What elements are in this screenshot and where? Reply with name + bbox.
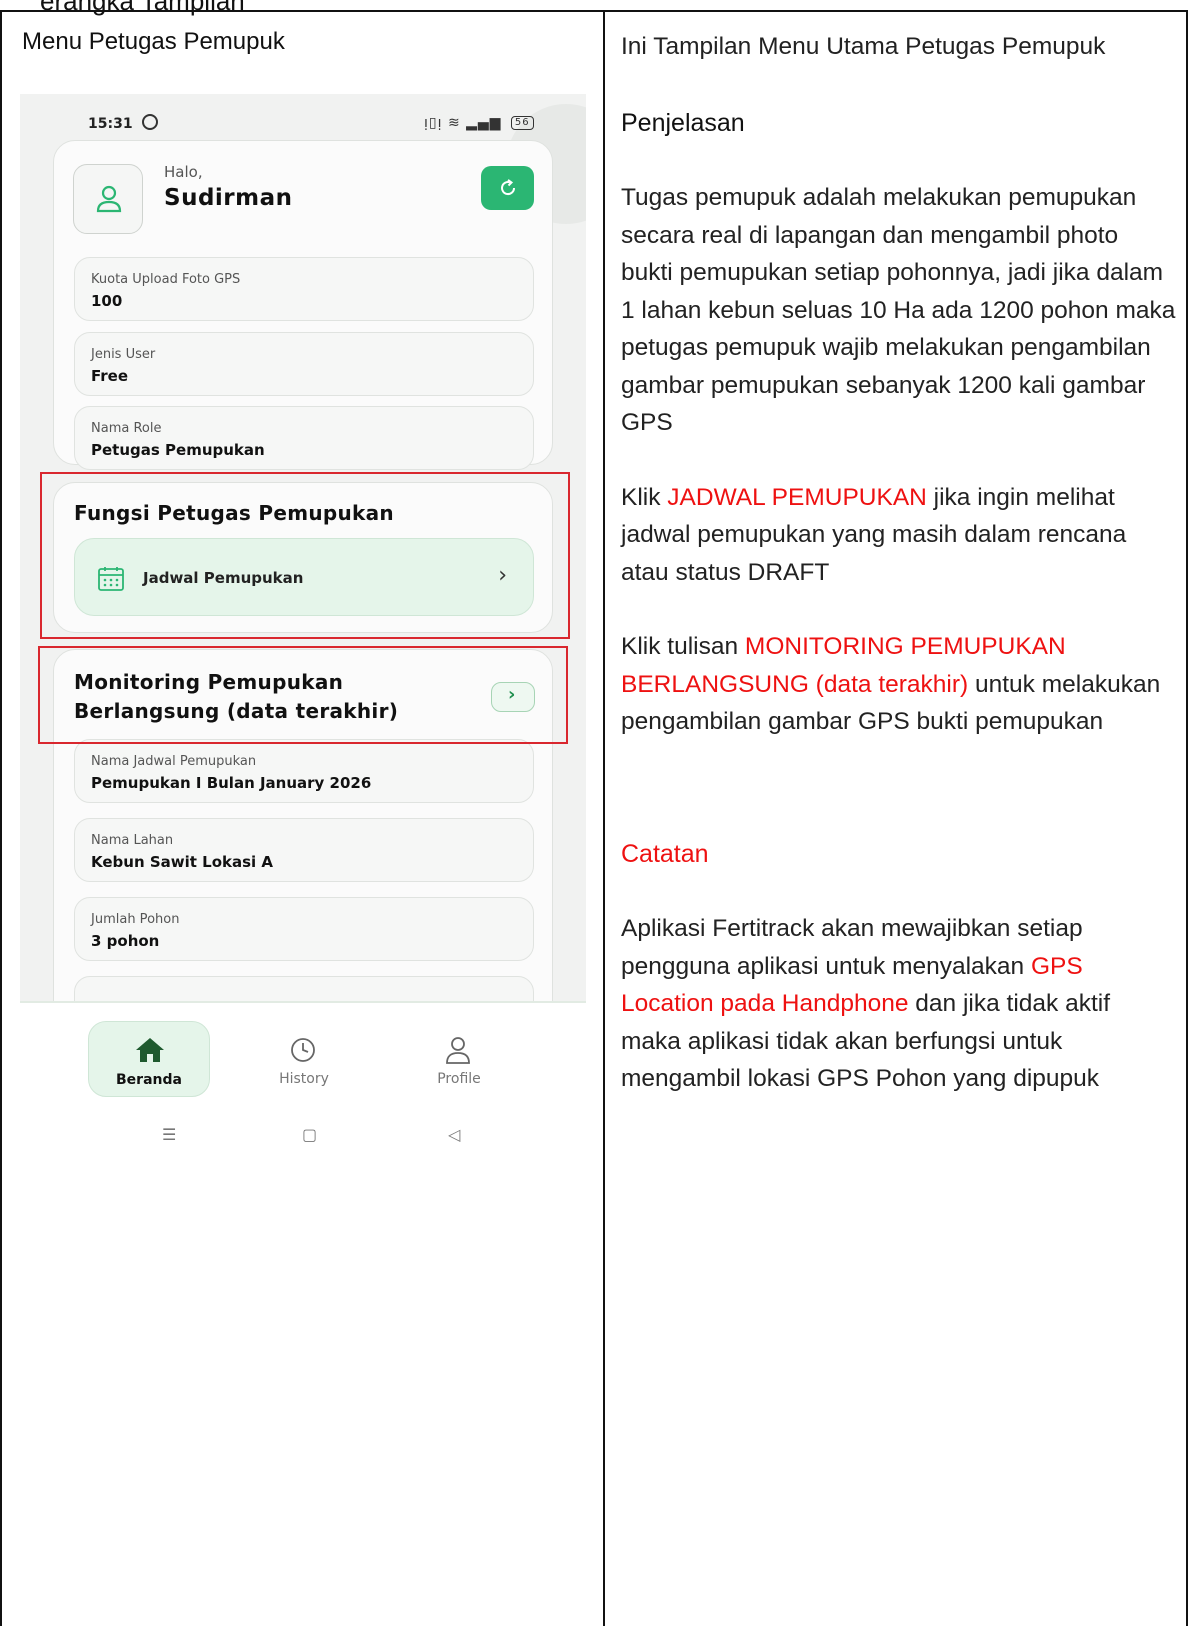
- text: Klik: [621, 483, 668, 511]
- info-label: Jenis User: [91, 347, 156, 362]
- back-icon[interactable]: ◁: [448, 1125, 460, 1144]
- nav-beranda[interactable]: Beranda: [88, 1021, 210, 1097]
- phone-screenshot: 15:31 ᴉ▯ᴉ ≋ ▂▄▆ 56 Halo, Sudirman Kuota …: [20, 94, 586, 1156]
- nav-profile[interactable]: Profile: [398, 1021, 520, 1097]
- table-divider: [603, 10, 605, 1626]
- user-icon: [446, 1037, 470, 1064]
- info-box-jumlah-pohon: Jumlah Pohon 3 pohon: [74, 897, 534, 961]
- catatan-heading: Catatan: [621, 839, 709, 868]
- page-top-fragment: erangka Tampilan: [40, 0, 245, 16]
- app-screen: 15:31 ᴉ▯ᴉ ≋ ▂▄▆ 56 Halo, Sudirman Kuota …: [20, 94, 586, 1001]
- info-label: Nama Role: [91, 421, 162, 436]
- bottom-navigation: Beranda History Profile ☰ ▢ ◁: [20, 1001, 586, 1156]
- refresh-icon: [501, 179, 516, 196]
- info-value: Kebun Sawit Lokasi A: [91, 853, 274, 871]
- intro-text: Ini Tampilan Menu Utama Petugas Pemupuk: [621, 33, 1106, 60]
- info-label: Nama Lahan: [91, 833, 174, 848]
- info-box-jenis-user: Jenis User Free: [74, 332, 534, 396]
- info-value: 3 pohon: [91, 932, 160, 950]
- whatsapp-icon: [142, 114, 158, 130]
- status-time: 15:31: [88, 116, 133, 132]
- home-icon: [136, 1038, 164, 1062]
- highlight-jadwal: JADWAL PEMUPUKAN: [667, 483, 927, 511]
- status-icons: ᴉ▯ᴉ ≋ ▂▄▆ 56: [424, 115, 534, 131]
- info-box-nama-lahan: Nama Lahan Kebun Sawit Lokasi A: [74, 818, 534, 882]
- nav-history[interactable]: History: [243, 1021, 365, 1097]
- paragraph-monitoring: Klik tulisan MONITORING PEMUPUKAN BERLAN…: [621, 628, 1176, 741]
- nav-label: Beranda: [116, 1072, 182, 1088]
- paragraph-jadwal: Klik JADWAL PEMUPUKAN jika ingin melihat…: [621, 479, 1176, 592]
- signal-icon: ▂▄▆: [466, 115, 502, 131]
- user-icon: [96, 185, 122, 213]
- user-name: Sudirman: [164, 185, 293, 211]
- refresh-button[interactable]: [481, 166, 534, 210]
- nav-label: History: [279, 1071, 329, 1087]
- info-label: Nama Jadwal Pemupukan: [91, 754, 257, 769]
- clock-icon: [291, 1038, 315, 1062]
- text: Aplikasi Fertitrack akan mewajibkan seti…: [621, 915, 1083, 980]
- info-value: Pemupukan I Bulan January 2026: [91, 774, 372, 792]
- info-value: 100: [91, 292, 123, 310]
- annotation-box-fungsi: [40, 472, 570, 639]
- paragraph-tugas: Tugas pemupuk adalah melakukan pemupukan…: [621, 184, 1176, 436]
- menu-icon[interactable]: ☰: [162, 1125, 176, 1144]
- table-border-top: [0, 10, 1188, 12]
- home-square-icon[interactable]: ▢: [302, 1125, 317, 1144]
- info-value: Petugas Pemupukan: [91, 441, 265, 459]
- info-label: Kuota Upload Foto GPS: [91, 272, 241, 287]
- info-value: Free: [91, 367, 129, 385]
- penjelasan-heading: Penjelasan: [621, 108, 745, 137]
- info-box-nama-role: Nama Role Petugas Pemupukan: [74, 406, 534, 470]
- table-border-left: [0, 10, 2, 1626]
- info-box-kuota: Kuota Upload Foto GPS 100: [74, 257, 534, 321]
- annotation-box-monitoring: [38, 646, 568, 744]
- wifi-icon: ≋: [447, 115, 461, 131]
- status-bar: 15:31 ᴉ▯ᴉ ≋ ▂▄▆ 56: [20, 94, 586, 138]
- vibrate-icon: ᴉ▯ᴉ: [424, 115, 443, 131]
- paragraph-catatan: Aplikasi Fertitrack akan mewajibkan seti…: [621, 910, 1176, 1098]
- nav-label: Profile: [437, 1071, 481, 1087]
- explanation-column: Ini Tampilan Menu Utama Petugas Pemupuk …: [621, 28, 1176, 1135]
- text: Klik tulisan: [621, 633, 745, 660]
- battery-icon: 56: [510, 116, 534, 130]
- avatar: [73, 164, 143, 234]
- profile-card: Halo, Sudirman Kuota Upload Foto GPS 100…: [53, 140, 553, 470]
- left-cell-title: Menu Petugas Pemupuk: [22, 28, 285, 55]
- info-label: Jumlah Pohon: [91, 912, 180, 927]
- greeting-text: Halo,: [164, 163, 203, 181]
- info-box-next: [74, 976, 534, 1001]
- info-box-nama-jadwal: Nama Jadwal Pemupukan Pemupukan I Bulan …: [74, 739, 534, 803]
